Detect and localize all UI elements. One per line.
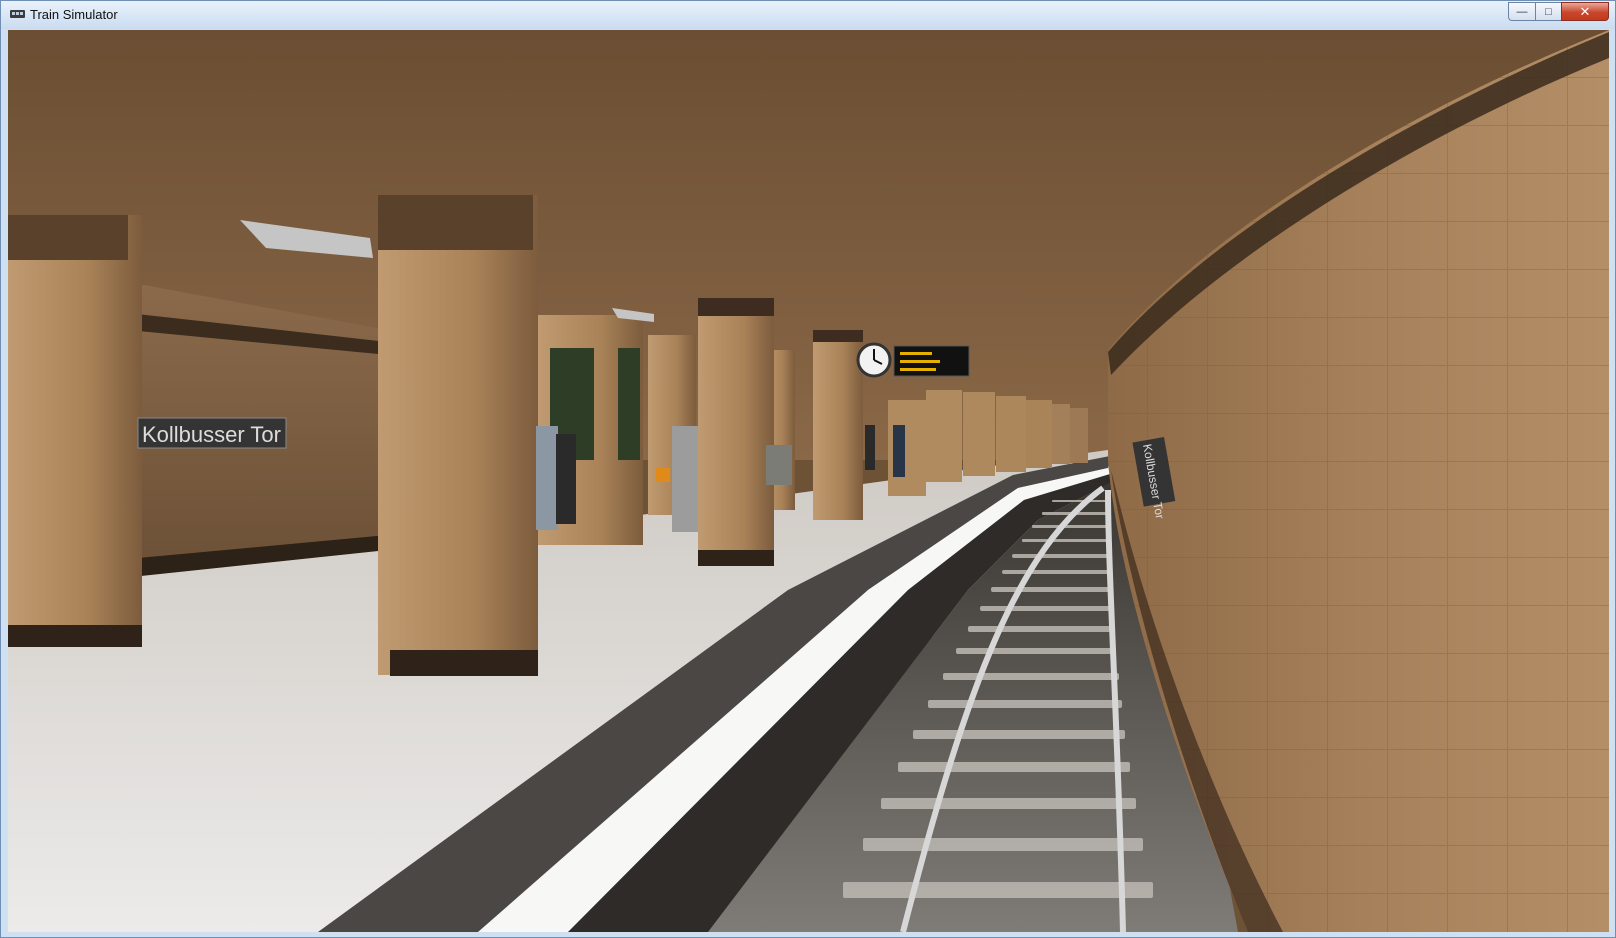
info-column: [672, 426, 698, 532]
station-sign-left-text: Kollbusser Tor: [142, 422, 281, 447]
minimize-button[interactable]: —: [1508, 2, 1535, 21]
window-title: Train Simulator: [30, 7, 118, 22]
passenger-2: [893, 425, 905, 477]
bin: [766, 445, 792, 485]
train-simulator-app-icon: [10, 10, 25, 18]
maximize-icon: □: [1545, 5, 1552, 18]
maximize-button[interactable]: □: [1535, 2, 1561, 21]
close-button[interactable]: ✕: [1561, 2, 1609, 21]
close-icon: ✕: [1579, 3, 1591, 19]
front-pillar-left: [8, 215, 142, 647]
passenger: [556, 434, 576, 524]
front-pillar-center: [378, 195, 538, 676]
app-window: Train Simulator — □ ✕ Kollbusser Tor Kol…: [0, 0, 1616, 938]
minimize-icon: —: [1516, 5, 1528, 18]
window-controls: — □ ✕: [1508, 2, 1609, 22]
station-scene: Kollbusser Tor Kollbusser Tor: [8, 30, 1609, 932]
ticket-machine: [536, 426, 558, 530]
game-viewport[interactable]: Kollbusser Tor Kollbusser Tor: [8, 30, 1609, 932]
title-bar[interactable]: Train Simulator — □ ✕: [1, 1, 1615, 29]
